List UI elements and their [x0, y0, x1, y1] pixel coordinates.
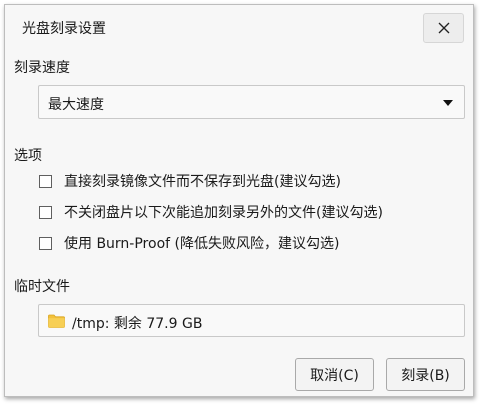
dropdown-arrow-icon [443, 100, 453, 106]
burn-speed-value: 最大速度 [48, 97, 104, 113]
temp-file-label: 临时文件 [14, 279, 70, 295]
burn-settings-dialog: 光盘刻录设置 刻录速度 最大速度 选项 直接刻录镜像文件而不保存到光盘(建议勾选… [4, 4, 474, 397]
option-burn-proof[interactable]: 使用 Burn-Proof (降低失败风险，建议勾选) [39, 234, 339, 252]
burn-button[interactable]: 刻录(B) [386, 358, 465, 391]
options-label: 选项 [14, 148, 42, 164]
burn-speed-label: 刻录速度 [14, 60, 70, 76]
option-burn-image-directly[interactable]: 直接刻录镜像文件而不保存到光盘(建议勾选) [39, 172, 341, 190]
burn-proof-checkbox[interactable] [39, 236, 52, 250]
burn-image-directly-checkbox[interactable] [39, 174, 52, 188]
keep-disc-open-checkbox[interactable] [39, 205, 52, 219]
option-label: 不关闭盘片以下次能追加刻录另外的文件(建议勾选) [64, 205, 383, 221]
cancel-button[interactable]: 取消(C) [295, 358, 374, 391]
title-bar: 光盘刻录设置 [5, 5, 473, 47]
dialog-title: 光盘刻录设置 [22, 21, 106, 37]
option-keep-disc-open[interactable]: 不关闭盘片以下次能追加刻录另外的文件(建议勾选) [39, 203, 383, 221]
option-label: 使用 Burn-Proof (降低失败风险，建议勾选) [64, 236, 340, 252]
close-icon [438, 22, 450, 34]
burn-speed-select[interactable]: 最大速度 [38, 85, 465, 119]
close-button[interactable] [423, 13, 464, 43]
temp-path-field[interactable]: /tmp: 剩余 77.9 GB [38, 304, 465, 337]
folder-icon [48, 314, 65, 328]
option-label: 直接刻录镜像文件而不保存到光盘(建议勾选) [64, 174, 341, 190]
temp-path-text: /tmp: 剩余 77.9 GB [72, 316, 203, 332]
